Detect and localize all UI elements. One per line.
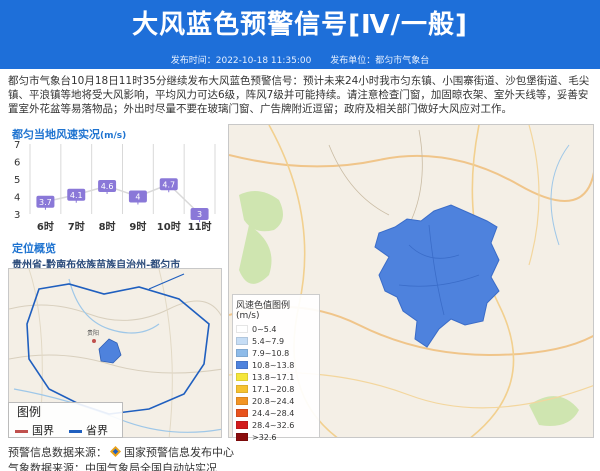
mini-map-legend: 图例 国界 省界 bbox=[8, 402, 123, 438]
publish-time: 发布时间：2022-10-18 11:35:00 bbox=[170, 56, 312, 66]
provincial-border-label: 省界 bbox=[86, 424, 108, 437]
speed-legend-item: 10.8~13.8 bbox=[236, 359, 316, 371]
speed-legend-swatch bbox=[236, 337, 248, 345]
source-label: 预警信息数据来源： bbox=[8, 446, 107, 459]
weather-source-line: 气象数据来源：中国气象局全国自动站实况 bbox=[8, 462, 217, 471]
chart-data-label: 4.6 bbox=[101, 182, 114, 191]
speed-legend-label: 7.9~10.8 bbox=[252, 348, 290, 358]
speed-legend-swatch bbox=[236, 373, 248, 381]
wind-speed-legend: 风速色值图例 (m/s) 0~5.4 5.4~7.9 7.9~10.8 10.8~13… bbox=[232, 294, 320, 442]
source-name: 国家预警信息发布中心 bbox=[124, 446, 234, 459]
speed-legend-item: >32.6 bbox=[236, 431, 316, 443]
national-border-label: 国界 bbox=[32, 424, 54, 437]
publish-meta: 发布时间：2022-10-18 11:35:00 发布单位：都匀市气象台 bbox=[0, 54, 600, 69]
chart-data-label: 4.1 bbox=[70, 191, 83, 200]
speed-legend-label: 20.8~24.4 bbox=[252, 396, 295, 406]
speed-legend-swatch bbox=[236, 421, 248, 429]
speed-legend-swatch bbox=[236, 385, 248, 393]
speed-legend-swatch bbox=[236, 325, 248, 333]
speed-legend-label: 5.4~7.9 bbox=[252, 336, 285, 346]
chart-x-tick-label: 8时 bbox=[99, 220, 116, 233]
national-border-swatch bbox=[15, 429, 28, 433]
speed-legend-item: 28.4~32.6 bbox=[236, 419, 316, 431]
speed-legend-item: 20.8~24.4 bbox=[236, 395, 316, 407]
locate-section-title: 定位概览 bbox=[12, 242, 56, 255]
speed-legend-item: 17.1~20.8 bbox=[236, 383, 316, 395]
legend-provincial-border: 省界 bbox=[69, 422, 108, 438]
speed-legend-label: 17.1~20.8 bbox=[252, 384, 295, 394]
speed-legend-item: 7.9~10.8 bbox=[236, 347, 316, 359]
speed-legend-label: 28.4~32.6 bbox=[252, 420, 295, 430]
speed-legend-swatch bbox=[236, 433, 248, 441]
chart-x-tick-label: 9时 bbox=[129, 220, 146, 233]
chart-y-tick-label: 4 bbox=[14, 193, 20, 204]
speed-legend-label: 10.8~13.8 bbox=[252, 360, 295, 370]
chart-y-tick-label: 6 bbox=[14, 158, 20, 169]
chart-y-tick-label: 5 bbox=[14, 175, 20, 186]
speed-legend-item: 0~5.4 bbox=[236, 323, 316, 335]
chart-x-tick-label: 10时 bbox=[157, 220, 181, 233]
speed-legend-label: 0~5.4 bbox=[252, 324, 277, 334]
chart-x-tick-label: 7时 bbox=[68, 220, 85, 233]
speed-legend-swatch bbox=[236, 361, 248, 369]
svg-text:贵阳: 贵阳 bbox=[87, 329, 99, 337]
speed-legend-label: 13.8~17.1 bbox=[252, 372, 295, 382]
legend-national-border: 国界 bbox=[15, 422, 54, 438]
chart-data-label: 4.7 bbox=[162, 180, 175, 189]
speed-legend-item: 24.4~28.4 bbox=[236, 407, 316, 419]
speed-legend-swatch bbox=[236, 397, 248, 405]
header-banner: 大风蓝色预警信号[Ⅳ/一般] bbox=[0, 0, 600, 54]
warning-title: 大风蓝色预警信号[Ⅳ/一般] bbox=[132, 10, 468, 40]
speed-legend-label: >32.6 bbox=[252, 432, 277, 442]
chart-y-tick-label: 7 bbox=[14, 140, 20, 151]
chart-y-tick-label: 3 bbox=[14, 210, 20, 221]
chart-data-label: 4 bbox=[135, 193, 140, 202]
speed-legend-list: 0~5.4 5.4~7.9 7.9~10.8 10.8~13.8 13.8~17.1 17… bbox=[236, 323, 316, 443]
publisher: 发布单位：都匀市气象台 bbox=[330, 56, 430, 66]
chart-data-label: 3.7 bbox=[39, 198, 52, 207]
mini-legend-title: 图例 bbox=[17, 405, 42, 419]
speed-legend-label: 24.4~28.4 bbox=[252, 408, 295, 418]
speed-legend-swatch bbox=[236, 409, 248, 417]
speed-legend-title: 风速色值图例 (m/s) bbox=[236, 301, 291, 321]
provincial-border-swatch bbox=[69, 429, 82, 433]
warning-description: 都匀市气象台10月18日11时35分继续发布大风蓝色预警信号：预计未来24小时我… bbox=[8, 75, 590, 115]
warning-center-logo-icon bbox=[110, 446, 121, 457]
wind-speed-chart: 3 4 5 6 7 3.7 4.1 4.6 4 4.7 3 6时 7时 8时 9时 10时 11时 bbox=[14, 140, 216, 233]
chart-x-tick-label: 11时 bbox=[188, 220, 212, 233]
speed-legend-item: 13.8~17.1 bbox=[236, 371, 316, 383]
source-line: 预警信息数据来源： 国家预警信息发布中心 bbox=[8, 444, 234, 460]
chart-data-label: 3 bbox=[197, 210, 202, 219]
speed-legend-item: 5.4~7.9 bbox=[236, 335, 316, 347]
speed-legend-swatch bbox=[236, 349, 248, 357]
chart-x-tick-label: 6时 bbox=[37, 220, 54, 233]
